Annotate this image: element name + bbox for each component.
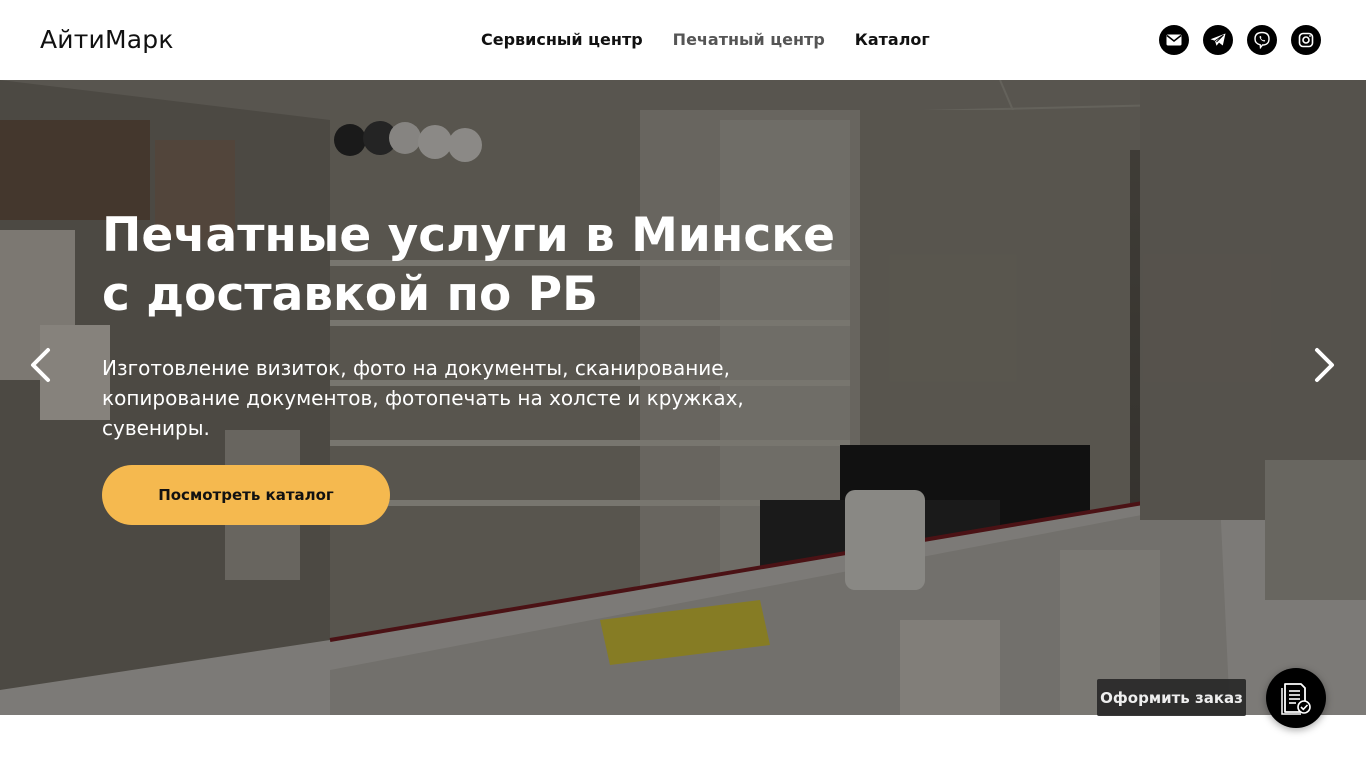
order-tooltip[interactable]: Оформить заказ (1097, 679, 1246, 716)
site-header: АйтиМарк Сервисный центр Печатный центр … (0, 0, 1366, 80)
instagram-icon[interactable] (1291, 25, 1321, 55)
site-logo[interactable]: АйтиМарк (40, 25, 174, 54)
main-nav: Сервисный центр Печатный центр Каталог (481, 30, 930, 49)
hero-description: Изготовление визиток, фото на документы,… (102, 356, 744, 440)
chevron-left-icon (31, 348, 50, 382)
hero-title: Печатные услуги в Минске с доставкой по … (102, 208, 835, 322)
social-links (1159, 25, 1321, 55)
slider-next-button[interactable] (1305, 345, 1345, 385)
view-catalog-button[interactable]: Посмотреть каталог (102, 465, 390, 525)
hero-slider: Печатные услуги в Минске с доставкой по … (0, 80, 1366, 715)
order-document-icon (1281, 683, 1311, 715)
telegram-icon[interactable] (1203, 25, 1233, 55)
chevron-right-icon (1315, 348, 1334, 382)
order-button[interactable] (1266, 668, 1326, 728)
nav-item-catalog[interactable]: Каталог (855, 30, 930, 49)
nav-item-service-center[interactable]: Сервисный центр (481, 30, 643, 49)
viber-icon[interactable] (1247, 25, 1277, 55)
nav-item-print-center[interactable]: Печатный центр (673, 30, 825, 49)
mail-icon[interactable] (1159, 25, 1189, 55)
slider-prev-button[interactable] (20, 345, 60, 385)
